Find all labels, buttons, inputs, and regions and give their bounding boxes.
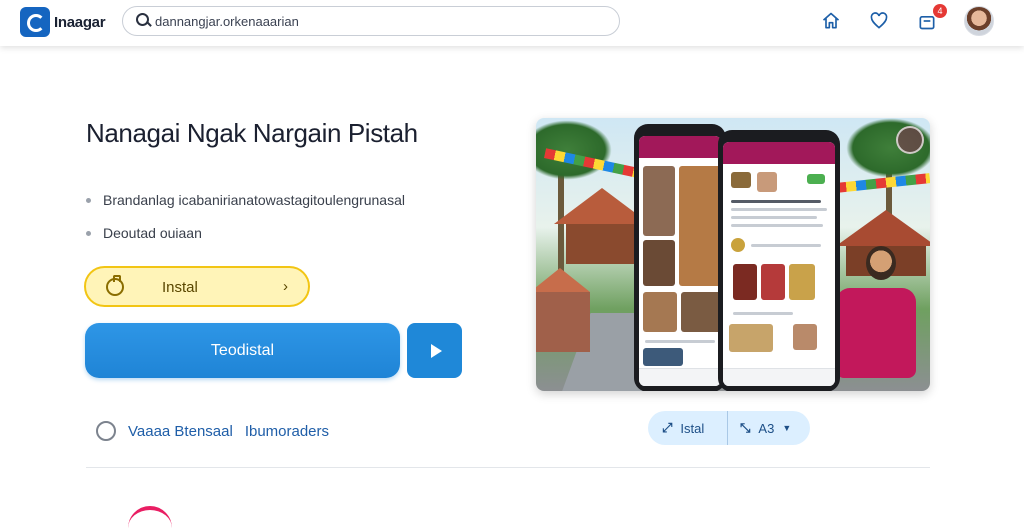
header-actions: 4 — [820, 4, 994, 36]
resize-icon: ⤡ — [740, 420, 751, 436]
option-label-primary[interactable]: Vaaaa Btensaal — [128, 423, 233, 440]
heart-icon — [870, 12, 888, 29]
app-logo[interactable] — [20, 7, 50, 37]
option-radio[interactable] — [96, 421, 116, 441]
search-icon — [131, 8, 157, 34]
share-icon — [896, 126, 924, 154]
avatar[interactable] — [964, 6, 994, 36]
home-button[interactable] — [820, 10, 842, 32]
feature-item: Deoutad ouiaan — [86, 223, 405, 243]
option-row: Vaaaa Btensaal Ibumoraders — [96, 421, 329, 441]
next-section-peek — [128, 506, 172, 528]
install-button[interactable]: Instal › — [84, 266, 310, 307]
play-icon — [430, 343, 442, 358]
top-nav-bar: Inaagar dannangjar.orkenaaarian 4 — [0, 0, 1024, 46]
search-bar[interactable]: dannangjar.orkenaaarian — [122, 6, 620, 36]
hero-image — [536, 118, 930, 391]
app-name[interactable]: Inaagar — [54, 14, 106, 31]
feature-item: Brandanlag icabanirianatowastagitoulengr… — [86, 190, 405, 210]
search-input[interactable]: dannangjar.orkenaaarian — [155, 14, 299, 29]
favorites-button[interactable] — [868, 10, 890, 32]
size-dropdown[interactable]: ⤡ A3 ▼ — [728, 411, 791, 445]
phone-mockup-front — [718, 130, 840, 391]
play-video-button[interactable] — [407, 323, 462, 378]
expand-icon: ⤢ — [662, 420, 673, 436]
install-toggle-label: Istal — [680, 420, 705, 436]
primary-install-button[interactable]: Teodistal — [85, 323, 400, 378]
version-selector: ⤢ Istal ⤡ A3 ▼ — [648, 411, 810, 445]
brand[interactable]: Inaagar — [20, 7, 106, 37]
install-icon — [106, 275, 124, 296]
notification-badge: 4 — [933, 4, 947, 18]
install-label: Instal — [162, 279, 198, 296]
option-label-secondary[interactable]: Ibumoraders — [245, 423, 329, 440]
cart-button[interactable]: 4 — [916, 4, 947, 32]
install-toggle[interactable]: ⤢ Istal — [648, 411, 728, 445]
section-divider — [86, 467, 930, 468]
home-icon — [822, 12, 840, 29]
chevron-right-icon: › — [283, 278, 288, 295]
chevron-down-icon: ▼ — [782, 423, 792, 433]
phone-mockup-back — [634, 124, 726, 391]
page-title: Nanagai Ngak Nargain Pistah — [86, 118, 418, 148]
feature-list: Brandanlag icabanirianatowastagitoulengr… — [86, 190, 405, 256]
size-dropdown-label: A3 — [758, 420, 775, 436]
